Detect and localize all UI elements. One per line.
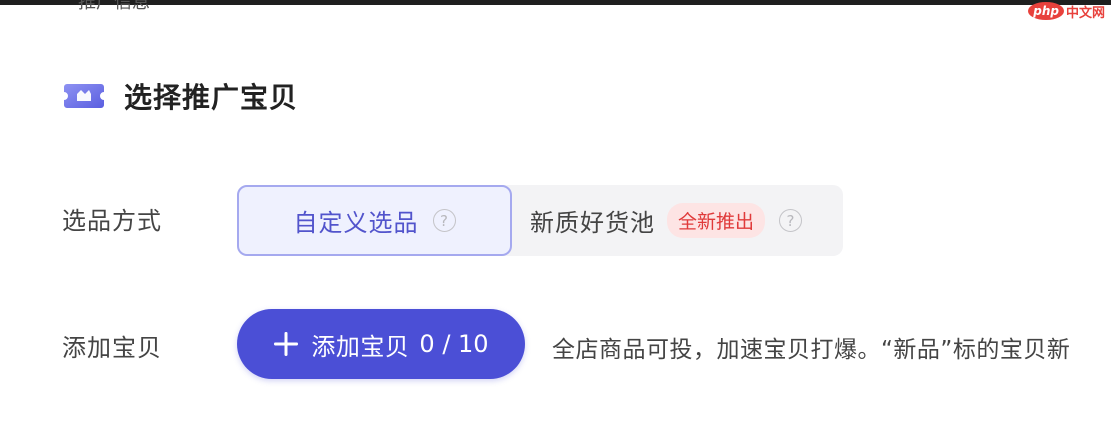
question-circle-icon[interactable]: ? bbox=[432, 209, 456, 232]
watermark-text: 中文网 bbox=[1065, 5, 1105, 21]
selection-method-label: 选品方式 bbox=[62, 207, 162, 235]
add-items-count: 0 / 10 bbox=[419, 330, 489, 358]
add-items-button[interactable]: 添加宝贝 0 / 10 bbox=[237, 309, 525, 379]
new-badge: 全新推出 bbox=[667, 203, 766, 238]
add-items-hint: 全店商品可投，加速宝贝打爆。“新品”标的宝贝新 bbox=[552, 337, 1071, 363]
section-header: 选择推广宝贝 bbox=[62, 74, 298, 118]
section-title: 选择推广宝贝 bbox=[124, 81, 299, 114]
watermark: php 中文网 bbox=[1028, 1, 1105, 21]
add-items-label: 添加宝贝 bbox=[62, 334, 162, 362]
cropped-heading: 推广信息 bbox=[78, 0, 150, 13]
plus-icon bbox=[274, 332, 299, 356]
add-items-button-label: 添加宝贝 bbox=[311, 332, 410, 361]
question-circle-icon[interactable]: ? bbox=[779, 209, 803, 232]
selection-method-toggle: 自定义选品 ? 新质好货池 全新推出 ? bbox=[237, 185, 843, 256]
option-custom-selection[interactable]: 自定义选品 ? bbox=[237, 185, 512, 256]
option-quality-pool[interactable]: 新质好货池 全新推出 ? bbox=[512, 185, 843, 256]
watermark-logo: php bbox=[1028, 2, 1064, 20]
top-window-strip bbox=[0, 0, 1111, 5]
ticket-icon bbox=[64, 84, 104, 108]
option-custom-label: 自定义选品 bbox=[293, 209, 419, 237]
option-quality-label: 新质好货池 bbox=[530, 209, 655, 237]
